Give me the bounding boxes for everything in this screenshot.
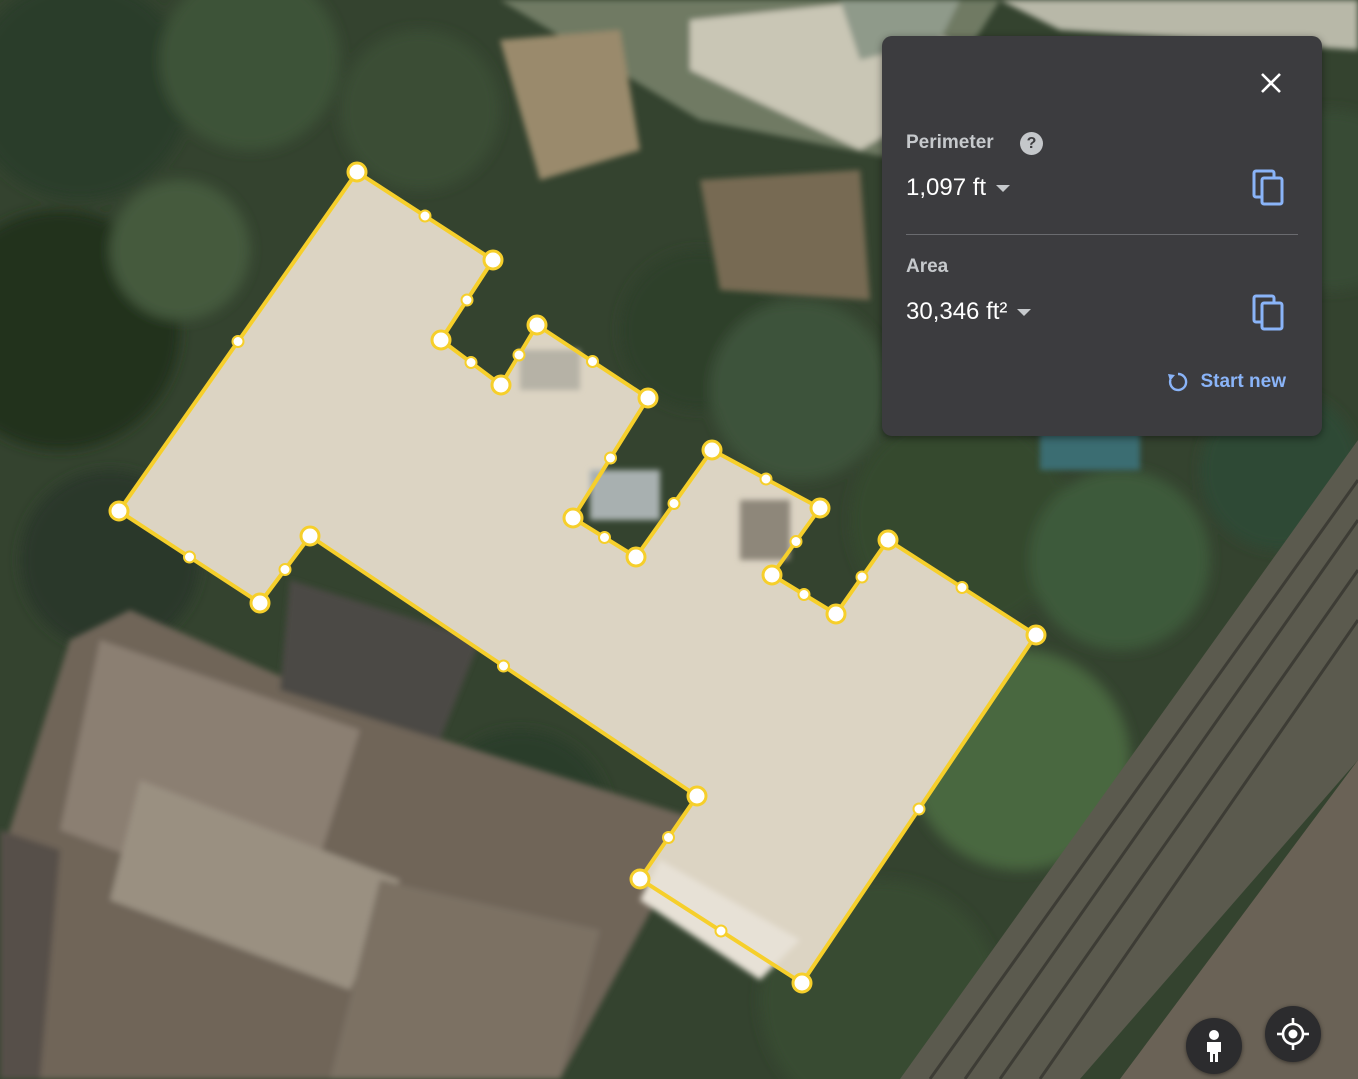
- midpoint-handle[interactable]: [418, 209, 432, 223]
- vertex-handle[interactable]: [1025, 624, 1047, 646]
- vertex-handle[interactable]: [346, 161, 368, 183]
- pegman-icon: [1207, 1030, 1221, 1062]
- perimeter-label: Perimeter: [906, 132, 994, 153]
- area-unit-dropdown[interactable]: 30,346 ft²: [906, 298, 1032, 326]
- midpoint-handle[interactable]: [586, 355, 599, 368]
- street-view-button[interactable]: [1186, 1018, 1242, 1074]
- midpoint-handle[interactable]: [460, 293, 474, 307]
- midpoint-handle[interactable]: [714, 924, 728, 938]
- vertex-handle[interactable]: [825, 603, 847, 625]
- copy-area-button[interactable]: [1252, 294, 1286, 332]
- vertex-handle[interactable]: [809, 497, 831, 519]
- vertex-handle[interactable]: [686, 785, 708, 807]
- vertex-handle[interactable]: [701, 439, 723, 461]
- midpoint-handle[interactable]: [789, 535, 803, 548]
- close-icon: [1261, 73, 1281, 93]
- chevron-down-icon: [1017, 308, 1032, 316]
- help-icon[interactable]: ?: [1020, 132, 1043, 155]
- vertex-handle[interactable]: [490, 374, 512, 396]
- perimeter-unit-dropdown[interactable]: 1,097 ft: [906, 174, 1011, 202]
- vertex-handle[interactable]: [637, 387, 659, 409]
- midpoint-handle[interactable]: [278, 563, 292, 576]
- vertex-handle[interactable]: [625, 546, 647, 568]
- midpoint-handle[interactable]: [912, 802, 926, 816]
- midpoint-handle[interactable]: [598, 531, 611, 544]
- start-new-label: Start new: [1200, 371, 1286, 392]
- vertex-handle[interactable]: [482, 249, 504, 271]
- copy-perimeter-button[interactable]: [1252, 169, 1286, 207]
- midpoint-handle[interactable]: [497, 659, 510, 673]
- divider: [906, 234, 1298, 235]
- vertex-handle[interactable]: [791, 972, 813, 994]
- vertex-handle[interactable]: [249, 592, 271, 614]
- vertex-handle[interactable]: [562, 507, 584, 529]
- vertex-handle[interactable]: [430, 329, 452, 351]
- midpoint-handle[interactable]: [759, 472, 773, 486]
- midpoint-handle[interactable]: [797, 588, 811, 601]
- close-button[interactable]: [1256, 68, 1286, 98]
- perimeter-value: 1,097 ft: [906, 174, 987, 201]
- measure-distance-panel: Perimeter ? 1,097 ft Area 30,346 ft² Sta…: [882, 36, 1322, 436]
- midpoint-handle[interactable]: [955, 581, 969, 594]
- chevron-down-icon: [996, 184, 1011, 192]
- start-new-button[interactable]: Start new: [1166, 370, 1286, 394]
- vertex-handle[interactable]: [761, 564, 783, 586]
- refresh-icon: [1168, 372, 1188, 392]
- midpoint-handle[interactable]: [464, 356, 478, 369]
- my-location-icon: [1277, 1018, 1309, 1050]
- my-location-button[interactable]: [1265, 1006, 1321, 1062]
- area-label: Area: [906, 256, 949, 277]
- midpoint-handle[interactable]: [667, 497, 681, 510]
- vertex-handle[interactable]: [877, 529, 899, 551]
- midpoint-handle[interactable]: [183, 550, 196, 564]
- vertex-handle[interactable]: [526, 314, 548, 336]
- midpoint-handle[interactable]: [512, 348, 526, 362]
- vertex-handle[interactable]: [108, 500, 130, 522]
- midpoint-handle[interactable]: [604, 451, 617, 465]
- vertex-handle[interactable]: [299, 525, 321, 547]
- midpoint-handle[interactable]: [231, 335, 245, 348]
- vertex-handle[interactable]: [629, 868, 651, 890]
- area-value: 30,346 ft²: [906, 298, 1008, 325]
- midpoint-handle[interactable]: [662, 831, 675, 844]
- midpoint-handle[interactable]: [855, 570, 869, 584]
